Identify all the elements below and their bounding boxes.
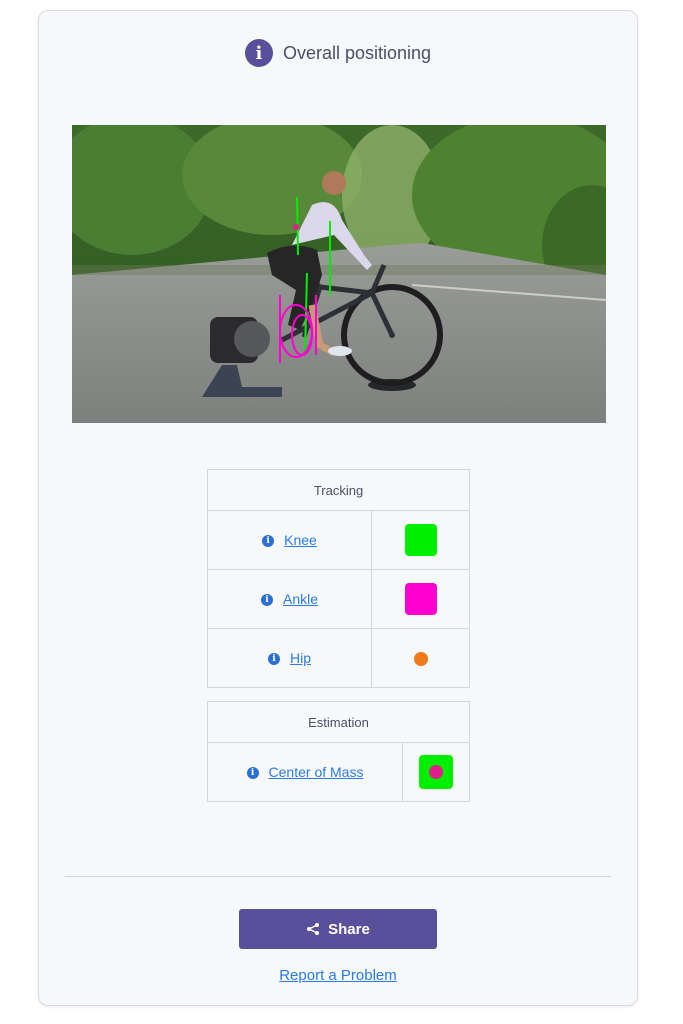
info-icon[interactable]: i: [260, 594, 273, 607]
estimation-heading: Estimation: [207, 701, 470, 743]
report-problem-link[interactable]: Report a Problem: [279, 967, 397, 984]
info-icon[interactable]: i: [262, 535, 275, 548]
ankle-swatch: [404, 583, 437, 615]
tracking-heading: Tracking: [207, 469, 470, 511]
ankle-link[interactable]: Ankle: [283, 591, 318, 607]
card-header: i Overall positioning: [39, 39, 637, 67]
share-button[interactable]: Share: [239, 909, 437, 949]
hip-swatch: [413, 652, 428, 667]
page-title: Overall positioning: [282, 42, 432, 63]
hip-link[interactable]: Hip: [290, 650, 311, 666]
table-row: i Knee: [207, 510, 470, 570]
divider: [65, 876, 611, 877]
info-icon[interactable]: i: [246, 767, 259, 780]
tracking-table: Tracking i Knee i Ankle i Hip: [207, 469, 470, 688]
knee-link[interactable]: Knee: [284, 532, 317, 548]
table-row: i Ankle: [207, 569, 470, 629]
estimation-table: Estimation i Center of Mass: [207, 701, 470, 802]
info-icon[interactable]: i: [244, 39, 273, 67]
table-row: i Center of Mass: [207, 742, 470, 802]
cyclist-photo: [72, 125, 606, 423]
info-icon[interactable]: i: [267, 653, 280, 666]
share-icon: [307, 923, 320, 935]
table-row: i Hip: [207, 628, 470, 688]
share-label: Share: [328, 920, 370, 938]
positioning-card: i Overall positioning Tracking i Knee i …: [38, 10, 638, 1006]
center-of-mass-link[interactable]: Center of Mass: [269, 764, 364, 780]
knee-swatch: [404, 524, 437, 556]
center-of-mass-swatch: [419, 755, 453, 789]
